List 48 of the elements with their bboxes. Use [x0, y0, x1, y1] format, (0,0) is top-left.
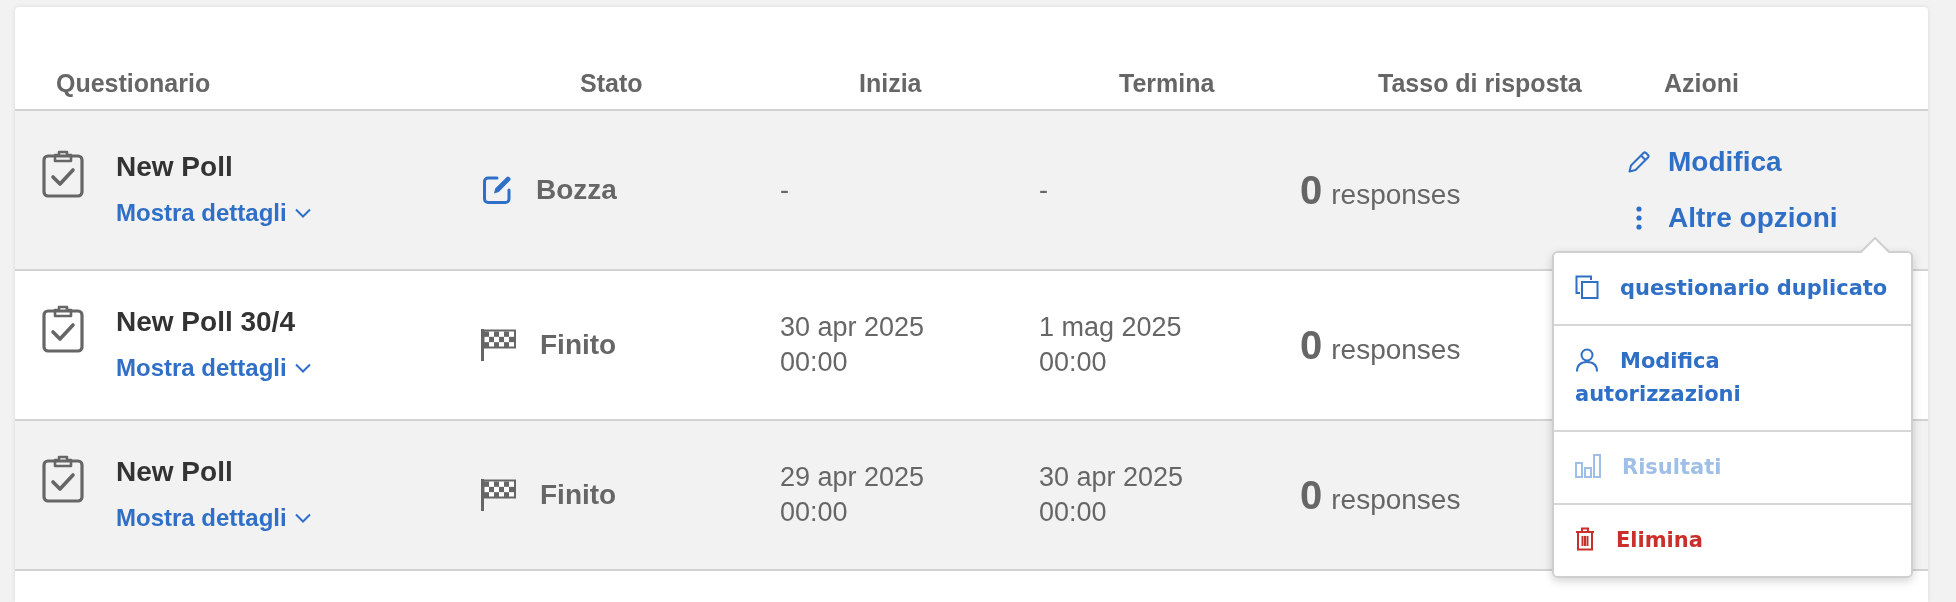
end-date: 30 apr 2025 [1039, 461, 1184, 494]
responses-label: responses [1331, 483, 1461, 517]
menu-item[interactable]: Modifica autorizzazioni [1554, 324, 1911, 430]
clipboard-check-icon [42, 455, 84, 503]
pen-square-icon [481, 174, 513, 206]
menu-item[interactable]: Elimina [1554, 503, 1911, 576]
details-link[interactable]: Mostra dettagli [116, 501, 311, 535]
copy-icon [1575, 275, 1599, 299]
start-date: 29 apr 2025 [780, 461, 925, 494]
edit-link[interactable]: Modifica [1627, 145, 1782, 179]
column-header: Azioni [1663, 68, 1740, 99]
poll-title: New Poll [116, 150, 233, 184]
clipboard-check-icon [42, 305, 84, 353]
responses-label: responses [1331, 178, 1461, 212]
bar-chart-icon [1575, 454, 1601, 478]
menu-item[interactable]: questionario duplicato [1554, 253, 1911, 324]
status-label: Bozza [536, 173, 617, 207]
responses-label: responses [1331, 333, 1461, 367]
user-icon [1575, 348, 1599, 372]
column-header: Inizia [858, 68, 923, 99]
poll-title: New Poll 30/4 [116, 305, 295, 339]
details-link[interactable]: Mostra dettagli [116, 196, 311, 230]
start-date: - [780, 173, 789, 207]
response-count: 0 [1300, 168, 1323, 212]
start-date: 30 apr 2025 [780, 311, 925, 344]
more-options-link[interactable]: Altre opzioni [1627, 201, 1838, 235]
column-header: Termina [1118, 68, 1216, 99]
start-time: 00:00 [780, 346, 848, 379]
end-time: 00:00 [1039, 346, 1107, 379]
checkered-flag-icon [481, 329, 517, 361]
response-count: 0 [1300, 323, 1323, 367]
start-time: 00:00 [780, 496, 848, 529]
end-date: - [1039, 173, 1048, 207]
pencil-icon [1627, 150, 1651, 174]
end-time: 00:00 [1039, 496, 1107, 529]
status-label: Finito [540, 478, 617, 512]
poll-title: New Poll [116, 455, 233, 489]
clipboard-check-icon [42, 150, 84, 198]
column-header: Questionario [55, 68, 212, 99]
vertical-dots-icon [1636, 206, 1642, 230]
checkered-flag-icon [481, 479, 517, 511]
trash-icon [1575, 527, 1595, 551]
column-header: Stato [579, 68, 644, 99]
status-label: Finito [540, 328, 617, 362]
end-date: 1 mag 2025 [1039, 311, 1182, 344]
response-count: 0 [1300, 473, 1323, 517]
column-header: Tasso di risposta [1377, 68, 1583, 99]
details-link[interactable]: Mostra dettagli [116, 351, 311, 385]
